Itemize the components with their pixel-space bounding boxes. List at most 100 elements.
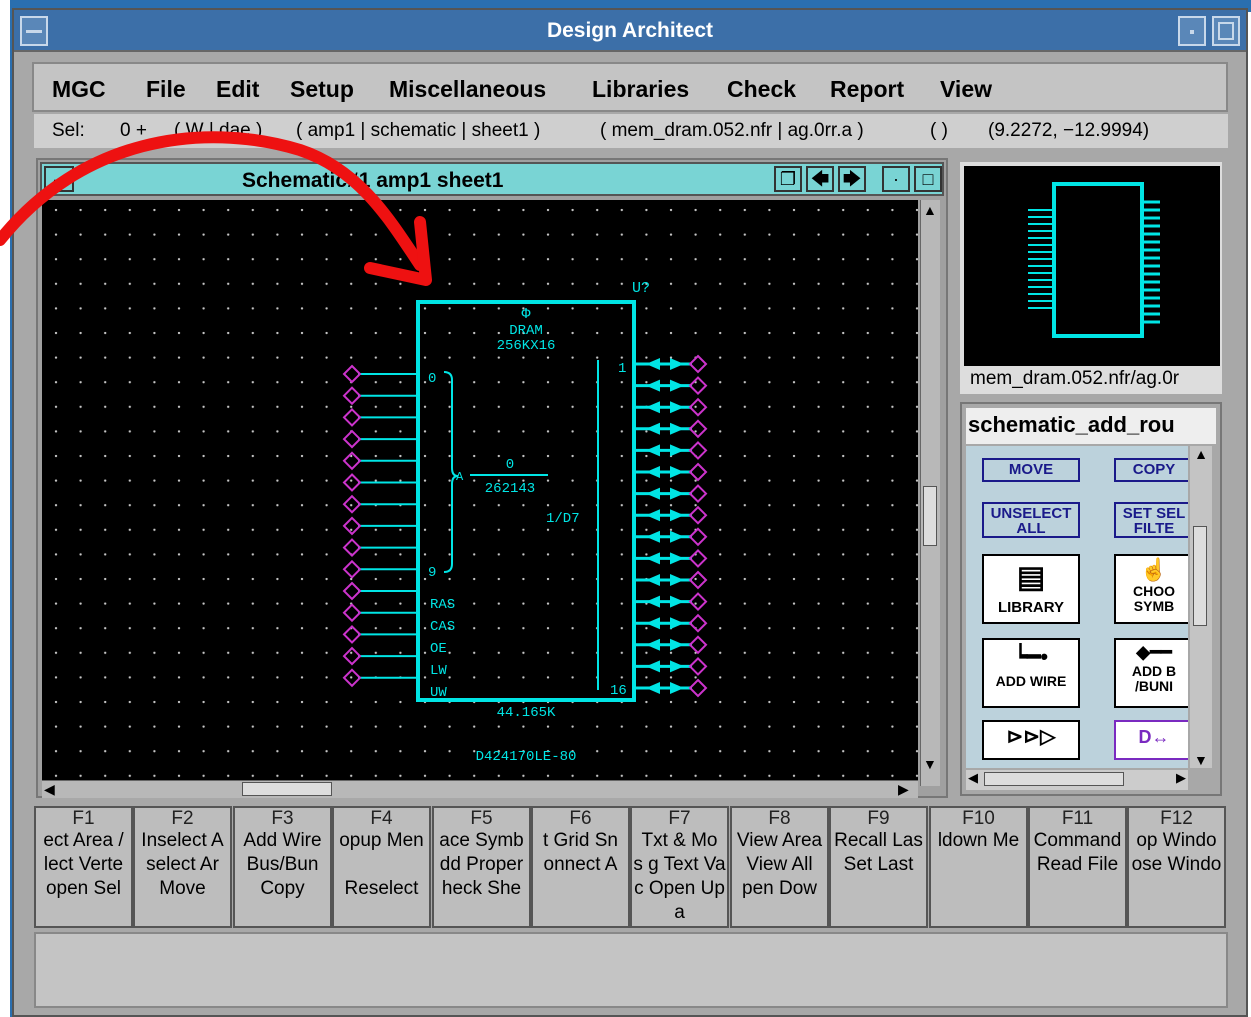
schematic-titlebar[interactable]: – Schematic#1 amp1 sheet1 ❐ 🡄 🡆 · □ xyxy=(40,162,944,196)
add-bus-button[interactable]: ◆━━ ADD B /BUNI xyxy=(1114,638,1188,708)
schematic-maximize-button[interactable]: □ xyxy=(914,166,942,192)
scroll-down-icon[interactable]: ▼ xyxy=(923,756,937,774)
function-key-f4[interactable]: F4 opup Men Reselect xyxy=(332,806,431,928)
function-key-f9[interactable]: F9 Recall Las Set Last xyxy=(829,806,928,928)
port-icon: D↔ xyxy=(1138,727,1170,747)
function-key-f8[interactable]: F8 View Area View All pen Dow xyxy=(730,806,829,928)
function-key-f10[interactable]: F10 ldown Me xyxy=(929,806,1028,928)
function-key-f5[interactable]: F5 ace Symb dd Proper heck She xyxy=(432,806,531,928)
function-key-label: Move xyxy=(159,878,206,899)
menu-setup[interactable]: Setup xyxy=(290,76,354,103)
menu-file[interactable]: File xyxy=(146,76,186,103)
schematic-window: – Schematic#1 amp1 sheet1 ❐ 🡄 🡆 · □ U? Φ xyxy=(36,158,948,798)
scroll-left-icon[interactable]: ◀ xyxy=(44,781,55,798)
vertical-scroll-thumb[interactable] xyxy=(923,486,937,546)
pin-cas: CAS xyxy=(430,619,455,635)
function-key-label: select Ar xyxy=(146,854,219,875)
unselect-all-button[interactable]: UNSELECT ALL xyxy=(982,502,1080,538)
message-area xyxy=(34,932,1228,1008)
menu-report[interactable]: Report xyxy=(830,76,904,103)
add-wire-label: ADD WIRE xyxy=(995,673,1067,689)
sel-context-3: ( mem_dram.052.nfr | ag.0rr.a ) xyxy=(600,120,864,141)
function-key-label: op Windo xyxy=(1136,830,1217,851)
sel-count: 0 + xyxy=(120,120,147,141)
schematic-horizontal-scrollbar[interactable]: ◀ ▶ xyxy=(42,780,918,798)
maximize-button[interactable] xyxy=(1212,16,1240,46)
function-key-number: F4 xyxy=(370,808,393,829)
choose-symbol-button[interactable]: ☝ CHOO SYMB xyxy=(1114,554,1188,624)
palette-scroll-up-icon[interactable]: ▲ xyxy=(1190,446,1212,462)
menu-miscellaneous[interactable]: Miscellaneous xyxy=(389,76,546,103)
add-port-button[interactable]: D↔ xyxy=(1114,720,1188,760)
function-key-f1[interactable]: F1 ect Area / lect Verte open Sel xyxy=(34,806,133,928)
function-key-number: F9 xyxy=(867,808,890,829)
pin-lw: LW xyxy=(430,663,447,679)
function-key-number: F7 xyxy=(668,808,691,829)
function-key-label: Inselect A xyxy=(141,830,224,851)
sel-context-4: ( ) xyxy=(930,120,948,141)
palette-vertical-scrollbar[interactable]: ▲ ▼ xyxy=(1190,446,1212,768)
schematic-title: Schematic#1 amp1 sheet1 xyxy=(242,169,504,192)
minimize-button[interactable] xyxy=(1178,16,1206,46)
horizontal-scroll-thumb[interactable] xyxy=(242,782,332,796)
desktop-left-strip xyxy=(0,0,12,1017)
range-prefix: A xyxy=(456,470,464,484)
function-key-f7[interactable]: F7 Txt & Mo s g Text Va c Open Up a xyxy=(630,806,729,928)
function-key-f2[interactable]: F2 Inselect A select Ar Move xyxy=(133,806,232,928)
menu-libraries[interactable]: Libraries xyxy=(592,76,689,103)
function-key-label: open Sel xyxy=(45,878,121,899)
function-key-f6[interactable]: F6 t Grid Sn onnect A xyxy=(531,806,630,928)
function-key-label: ect Area / xyxy=(43,830,124,851)
function-key-label xyxy=(334,854,429,878)
function-key-label: Command xyxy=(1033,830,1122,851)
function-key-f3[interactable]: F3 Add Wire Bus/Bun Copy xyxy=(233,806,332,928)
schematic-minimize-button[interactable]: · xyxy=(882,166,910,192)
library-button[interactable]: ▤ LIBRARY xyxy=(982,554,1080,624)
menu-check[interactable]: Check xyxy=(727,76,796,103)
sel-context-1: ( W | dae ) xyxy=(174,120,263,141)
bus-icon: ◆━━ xyxy=(1136,642,1172,662)
palette-horizontal-scrollbar[interactable]: ◀ ▶ xyxy=(966,770,1188,790)
move-button[interactable]: MOVE xyxy=(982,458,1080,482)
schematic-vertical-scrollbar[interactable]: ▲ ▼ xyxy=(920,200,940,786)
component-size: 256KX16 xyxy=(497,338,556,354)
palette-scroll-thumb[interactable] xyxy=(1193,526,1207,626)
function-key-f12[interactable]: F12 op Windo ose Windo xyxy=(1127,806,1226,928)
palette-scroll-left-icon[interactable]: ◀ xyxy=(968,770,978,786)
scroll-up-icon[interactable]: ▲ xyxy=(923,202,937,220)
function-key-f11[interactable]: F11 Command Read File xyxy=(1028,806,1127,928)
function-key-number: F6 xyxy=(569,808,592,829)
copy-button[interactable]: COPY xyxy=(1114,458,1188,482)
preview-thumbnail[interactable] xyxy=(964,166,1220,366)
addr-hi: 9 xyxy=(428,565,436,581)
function-key-number: F2 xyxy=(171,808,194,829)
stack-windows-icon[interactable]: ❐ xyxy=(774,166,802,192)
menu-mgc[interactable]: MGC xyxy=(52,76,106,103)
function-key-label: ace Symb xyxy=(439,830,524,851)
menu-edit[interactable]: Edit xyxy=(216,76,259,103)
add-wire-button[interactable]: ┕━• ADD WIRE xyxy=(982,638,1080,708)
function-key-label: ldown Me xyxy=(937,830,1020,851)
function-key-label: heck She xyxy=(441,878,522,899)
schematic-canvas[interactable]: U? Φ DRAM 256KX16 0 9 A 0 262143 1/D7 1 … xyxy=(42,200,918,786)
add-instance-button[interactable]: ⊳⊳▷ xyxy=(982,720,1080,760)
component-value: 44.165K xyxy=(497,705,556,721)
palette-scroll-down-icon[interactable]: ▼ xyxy=(1194,752,1208,768)
palette-scroll-right-icon[interactable]: ▶ xyxy=(1176,770,1186,786)
palette-body: MOVE COPY UNSELECT ALL SET SEL FILTE ▤ L… xyxy=(966,446,1188,768)
function-key-label: dd Proper xyxy=(439,854,524,875)
arrow-right-icon[interactable]: 🡆 xyxy=(838,166,866,192)
menu-view[interactable]: View xyxy=(940,76,992,103)
palette-hscroll-thumb[interactable] xyxy=(984,772,1124,786)
scroll-right-icon[interactable]: ▶ xyxy=(898,781,909,798)
arrow-left-icon[interactable]: 🡄 xyxy=(806,166,834,192)
preview-drawing xyxy=(1028,182,1160,338)
function-key-number: F3 xyxy=(271,808,294,829)
window-titlebar[interactable]: Design Architect xyxy=(14,10,1246,52)
function-key-label: Txt & Mo xyxy=(641,830,718,851)
set-select-filter-button[interactable]: SET SEL FILTE xyxy=(1114,502,1188,538)
schematic-window-menu-button[interactable]: – xyxy=(44,166,74,192)
range-lo: 0 xyxy=(506,457,514,473)
palette-title: schematic_add_rou xyxy=(966,408,1216,444)
function-key-label xyxy=(1129,878,1224,902)
